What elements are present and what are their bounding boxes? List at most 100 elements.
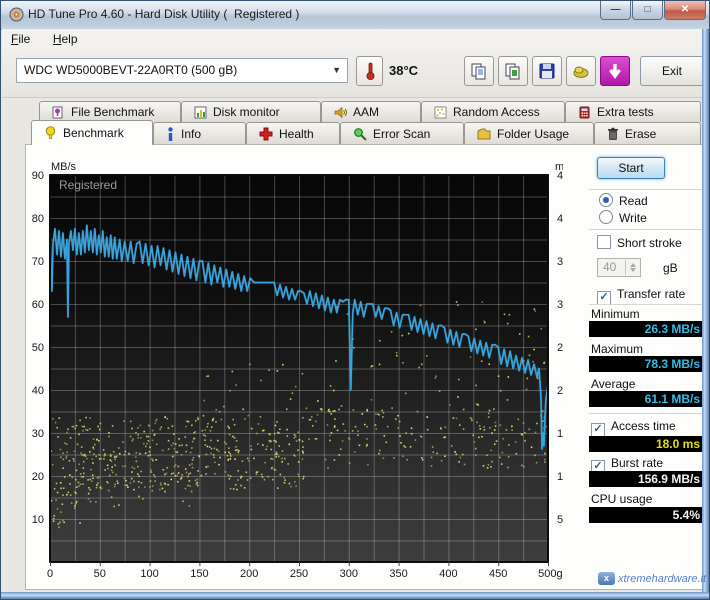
copy-text-icon bbox=[470, 62, 488, 80]
short-stroke-checkbox[interactable]: Short stroke bbox=[597, 235, 682, 250]
menu-file[interactable]: File bbox=[2, 29, 39, 46]
benchmark-chart bbox=[23, 153, 563, 583]
average-label: Average bbox=[591, 377, 635, 391]
copy-image-icon bbox=[504, 62, 522, 80]
tab-random-access[interactable]: Random Access bbox=[421, 101, 565, 122]
short-stroke-spinner[interactable]: 40 bbox=[597, 258, 641, 277]
benchmark-bulb-icon bbox=[44, 126, 57, 141]
folder-icon bbox=[477, 128, 491, 140]
separator bbox=[589, 304, 705, 305]
spinner-value: 40 bbox=[603, 260, 616, 274]
radio-icon bbox=[599, 210, 613, 224]
transfer-rate-checkbox[interactable]: ✓ Transfer rate bbox=[597, 287, 685, 305]
tab-label: Extra tests bbox=[597, 105, 654, 119]
write-label: Write bbox=[619, 211, 647, 225]
access-time-value: 18.0 ms bbox=[589, 436, 706, 452]
tab-label: AAM bbox=[353, 105, 379, 119]
cpu-usage-value: 5.4% bbox=[589, 507, 706, 523]
tab-label: Benchmark bbox=[63, 126, 124, 140]
site-logo-icon: x bbox=[598, 572, 615, 585]
toolbar: WDC WD5000BEVT-22A0RT0 (500 gB) ▼ 38°C bbox=[2, 49, 710, 98]
temperature-value: 38°C bbox=[389, 63, 418, 78]
random-access-icon bbox=[434, 106, 447, 119]
copy-text-button[interactable] bbox=[464, 56, 494, 86]
access-time-label: Access time bbox=[611, 419, 676, 433]
tab-file-benchmark[interactable]: File Benchmark bbox=[39, 101, 181, 122]
tab-disk-monitor[interactable]: Disk monitor bbox=[181, 101, 321, 122]
hand-upload-icon bbox=[572, 62, 590, 80]
chevron-down-icon: ▼ bbox=[332, 59, 341, 82]
separator bbox=[589, 189, 705, 190]
tab-label: File Benchmark bbox=[71, 105, 154, 119]
burst-rate-label: Burst rate bbox=[611, 456, 663, 470]
site-watermark: x xtremehardware.it bbox=[598, 572, 706, 585]
tab-label: Disk monitor bbox=[213, 105, 280, 119]
tab-folder-usage[interactable]: Folder Usage bbox=[464, 122, 594, 144]
cpu-usage-label: CPU usage bbox=[591, 492, 652, 506]
start-button[interactable]: Start bbox=[597, 157, 665, 179]
title-bar: HD Tune Pro 4.60 - Hard Disk Utility ( R… bbox=[1, 1, 710, 30]
tab-label: Error Scan bbox=[373, 127, 430, 141]
window-title: HD Tune Pro 4.60 - Hard Disk Utility ( R… bbox=[28, 7, 299, 21]
tab-erase[interactable]: Erase bbox=[594, 122, 701, 144]
spinner-arrows[interactable] bbox=[625, 260, 639, 275]
checkbox-icon bbox=[597, 235, 611, 249]
floppy-save-icon bbox=[538, 62, 556, 80]
separator bbox=[589, 413, 705, 414]
calculator-icon bbox=[578, 106, 591, 119]
down-arrow-icon bbox=[606, 62, 624, 80]
speaker-icon bbox=[334, 106, 347, 119]
transfer-rate-label: Transfer rate bbox=[617, 287, 685, 301]
tab-label: Folder Usage bbox=[497, 127, 569, 141]
file-benchmark-icon bbox=[52, 106, 65, 119]
separator bbox=[589, 229, 705, 230]
thermometer-icon bbox=[364, 61, 376, 81]
minimum-value: 26.3 MB/s bbox=[589, 321, 706, 337]
minimize-button[interactable]: — bbox=[600, 1, 631, 20]
minimum-label: Minimum bbox=[591, 307, 640, 321]
copy-screenshot-button[interactable] bbox=[498, 56, 528, 86]
short-stroke-label: Short stroke bbox=[617, 236, 682, 250]
tab-label: Info bbox=[181, 127, 201, 141]
magnifier-icon bbox=[353, 127, 367, 141]
close-button[interactable]: ✕ bbox=[664, 1, 706, 20]
checkbox-icon: ✓ bbox=[591, 423, 605, 437]
maximum-label: Maximum bbox=[591, 342, 643, 356]
tab-error-scan[interactable]: Error Scan bbox=[340, 122, 464, 144]
hdd-app-icon bbox=[9, 7, 24, 22]
tab-label: Health bbox=[279, 127, 314, 141]
trash-icon bbox=[607, 127, 619, 141]
burst-rate-value: 156.9 MB/s bbox=[589, 471, 706, 487]
menu-bar: File Help bbox=[2, 29, 710, 50]
radio-icon bbox=[599, 193, 613, 207]
disk-monitor-icon bbox=[194, 106, 207, 119]
write-radio[interactable]: Write bbox=[599, 210, 647, 225]
tab-extra-tests[interactable]: Extra tests bbox=[565, 101, 701, 122]
health-cross-icon bbox=[259, 127, 273, 141]
average-value: 61.1 MB/s bbox=[589, 391, 706, 407]
menu-help[interactable]: Help bbox=[44, 29, 87, 46]
read-radio[interactable]: Read bbox=[599, 193, 648, 208]
drive-select[interactable]: WDC WD5000BEVT-22A0RT0 (500 gB) ▼ bbox=[16, 58, 348, 83]
window-frame-bottom bbox=[1, 592, 710, 599]
tab-label: Random Access bbox=[453, 105, 540, 119]
checkbox-icon: ✓ bbox=[597, 291, 611, 305]
tab-info[interactable]: Info bbox=[153, 122, 246, 144]
upload-button[interactable] bbox=[566, 56, 596, 86]
drive-select-value: WDC WD5000BEVT-22A0RT0 (500 gB) bbox=[24, 63, 237, 77]
exit-button[interactable]: Exit bbox=[640, 56, 704, 86]
tab-health[interactable]: Health bbox=[246, 122, 340, 144]
temperature-button[interactable] bbox=[356, 56, 383, 86]
site-watermark-text: xtremehardware.it bbox=[618, 573, 706, 585]
maximize-button[interactable]: □ bbox=[632, 1, 663, 20]
tab-benchmark[interactable]: Benchmark bbox=[31, 120, 153, 145]
access-time-checkbox[interactable]: ✓ Access time bbox=[591, 419, 676, 437]
tab-label: Erase bbox=[625, 127, 656, 141]
tab-aam[interactable]: AAM bbox=[321, 101, 421, 122]
save-screenshot-button[interactable] bbox=[532, 56, 562, 86]
info-icon bbox=[166, 127, 175, 141]
gb-unit-label: gB bbox=[663, 261, 678, 275]
download-button[interactable] bbox=[600, 56, 630, 86]
app-window: HD Tune Pro 4.60 - Hard Disk Utility ( R… bbox=[0, 0, 710, 600]
window-frame-right bbox=[702, 29, 709, 600]
